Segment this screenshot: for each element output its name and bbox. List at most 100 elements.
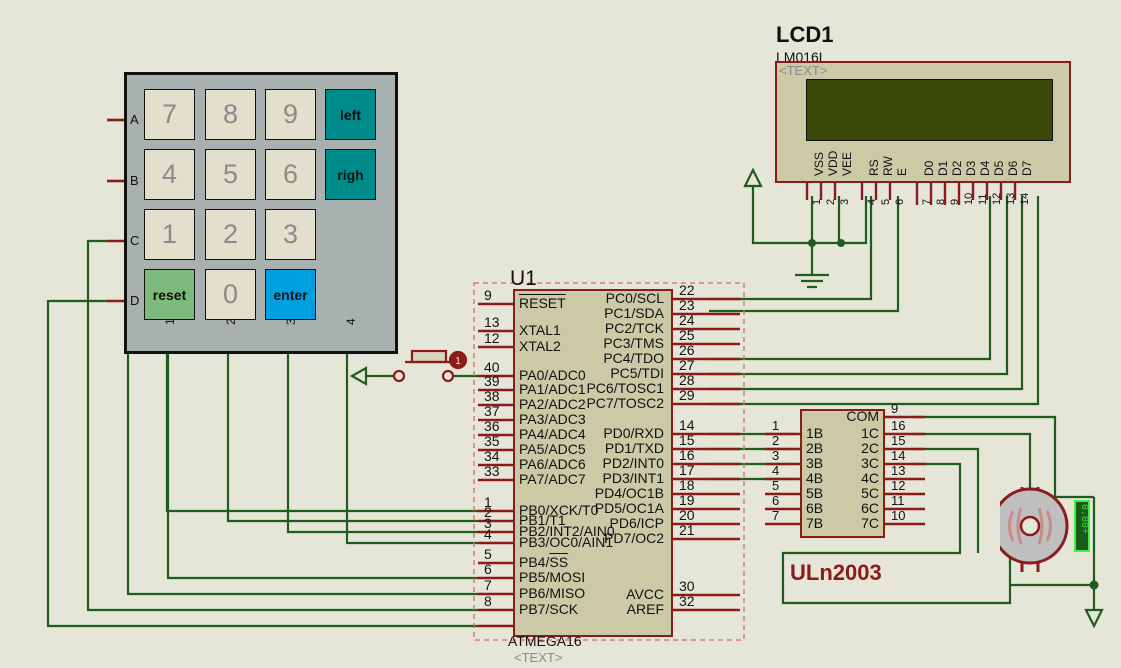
mcu-pin-label-PC0-SCL: PC0/SCL — [605, 290, 664, 306]
mcu-pin-label-AREF: AREF — [626, 601, 664, 617]
uln-pin-label-6C: 6C — [861, 500, 879, 516]
lcd-pin-name-VEE: VEE — [840, 151, 854, 176]
keypad-key-9[interactable]: 9 — [265, 89, 316, 140]
lcd-pin-number-3: 3 — [839, 198, 851, 205]
mcu-pin-number-28: 28 — [679, 372, 695, 388]
schematic-canvas: 1 7 8 9 left 4 5 6 righ 1 2 3 reset 0 enter ABCD 1234… — [0, 0, 1121, 668]
uln-pin-label-7C: 7C — [861, 515, 879, 531]
lcd-pin-name-D7: D7 — [1020, 160, 1034, 176]
keypad-key-8[interactable]: 8 — [205, 89, 256, 140]
lcd-pin-name-E: E — [895, 167, 909, 176]
keypad-key-1[interactable]: 1 — [144, 209, 195, 260]
lcd-sub-text: <TEXT> — [779, 63, 828, 78]
lcd-pin-name-RS: RS — [867, 159, 881, 176]
keypad-row-label-A: A — [130, 112, 139, 127]
keypad-key-6[interactable]: 6 — [265, 149, 316, 200]
lcd-screen — [806, 79, 1053, 141]
lcd-pin-number-10: 10 — [963, 192, 975, 205]
mcu-pin-number-22: 22 — [679, 282, 695, 298]
lcd-pin-number-13: 13 — [1005, 192, 1017, 205]
uln-pin-label-3C: 3C — [861, 455, 879, 471]
lcd-pin-name-D2: D2 — [950, 160, 964, 176]
lcd-pin-name-D4: D4 — [978, 160, 992, 176]
motor-readout-display: 0.00+ — [1074, 500, 1090, 552]
junction-dot — [808, 239, 816, 247]
uln-pin-number-13: 13 — [891, 463, 906, 478]
keypad-key-righ[interactable]: righ — [325, 149, 376, 200]
uln-pin-number-14: 14 — [891, 448, 906, 463]
power-arrow-lcd — [743, 167, 763, 196]
uln-pin-label-1C: 1C — [861, 425, 879, 441]
lcd-pin-name-RW: RW — [881, 156, 895, 176]
mcu-pin-number-27: 27 — [679, 357, 695, 373]
mcu-pin-number-5: 5 — [484, 546, 492, 562]
uln-pin-number-15: 15 — [891, 433, 906, 448]
lcd-pin-number-7: 7 — [921, 198, 933, 205]
junction-dot — [837, 239, 845, 247]
mcu-pin-number-26: 26 — [679, 342, 695, 358]
lcd-pin-name-VSS: VSS — [812, 151, 826, 176]
keypad-key-5[interactable]: 5 — [205, 149, 256, 200]
lcd-pin-name-D6: D6 — [1006, 160, 1020, 176]
uln-pin-number-12: 12 — [891, 478, 906, 493]
motor-readout-value: 0.00 — [1078, 504, 1089, 529]
lcd-pin-number-12: 12 — [991, 192, 1003, 205]
mcu-pin-label-PC3-TMS: PC3/TMS — [603, 335, 664, 351]
lcd-ref-label: LCD1 LM016L — [776, 22, 833, 65]
mcu-ref-label: U1 — [510, 267, 537, 290]
keypad-key-left[interactable]: left — [325, 89, 376, 140]
lcd-pin-name-D3: D3 — [964, 160, 978, 176]
uln-pin-label-2C: 2C — [861, 440, 879, 456]
uln-ref-label: ULn2003 — [790, 560, 882, 585]
uln-pin-number-9: 9 — [891, 401, 899, 416]
mcu-pin-label-PC5-TDI: PC5/TDI — [610, 365, 664, 381]
stepper-motor[interactable] — [1000, 478, 1110, 588]
mcu-sub-text: <TEXT> — [514, 650, 563, 665]
mcu-pin-label-PB5-MOSI: PB5/MOSI — [519, 569, 586, 585]
uln-pin-number-16: 16 — [891, 418, 906, 433]
lcd-pin-number-11: 11 — [977, 193, 989, 205]
mcu-pin-number-23: 23 — [679, 297, 695, 313]
mcu-pin-label-PB4-SS: PB4/SS — [519, 554, 569, 570]
lcd-pin-name-D5: D5 — [992, 160, 1006, 176]
lcd-pin-name-D1: D1 — [936, 160, 950, 176]
lcd-pin-name-VDD: VDD — [826, 150, 840, 176]
mcu-pin-label-PC4-TDO: PC4/TDO — [603, 350, 664, 366]
mcu-pin-number-29: 29 — [679, 387, 695, 403]
lcd-pin-name-D0: D0 — [922, 160, 936, 176]
keypad-key-2[interactable]: 2 — [205, 209, 256, 260]
keypad-key-4[interactable]: 4 — [144, 149, 195, 200]
mcu-pin-number-30: 30 — [679, 578, 695, 594]
ground-arrow-motor — [1084, 608, 1104, 629]
lcd-pin-number-8: 8 — [935, 198, 947, 205]
mcu-pin-number-24: 24 — [679, 312, 695, 328]
lcd-pin-number-1: 1 — [811, 198, 823, 205]
mcu-pin-number-32: 32 — [679, 593, 695, 609]
mcu-pin-label-PC2-TCK: PC2/TCK — [604, 320, 664, 336]
uln-pin-label-4C: 4C — [861, 470, 879, 486]
lcd-pin-number-4: 4 — [866, 198, 878, 205]
lcd-pin-number-5: 5 — [880, 198, 892, 205]
mcu-pin-label-PC1-SDA: PC1/SDA — [604, 305, 664, 321]
mcu-pin-label-AVCC: AVCC — [626, 586, 664, 602]
mcu-pin-number-6: 6 — [484, 561, 492, 577]
uln-pin-label-COM: COM — [846, 408, 879, 424]
mcu-part-label: ATMEGA16 — [508, 633, 582, 649]
uln-pin-number-11: 11 — [891, 493, 905, 508]
keypad-key-3[interactable]: 3 — [265, 209, 316, 260]
motor-readout-sign: + — [1078, 528, 1089, 535]
keypad-row-label-B: B — [130, 173, 139, 188]
lcd-pin-number-14: 14 — [1019, 192, 1031, 205]
uln-pin-label-5C: 5C — [861, 485, 879, 501]
keypad-key-7[interactable]: 7 — [144, 89, 195, 140]
lcd-pin-number-9: 9 — [949, 198, 961, 205]
mcu-pin-label-PD7-OC2: PD7/OC2 — [604, 530, 664, 546]
ground-symbol-lcd — [795, 273, 829, 289]
lcd-pin-number-6: 6 — [894, 198, 906, 205]
mcu-pin-number-25: 25 — [679, 327, 695, 343]
uln-pin-number-10: 10 — [891, 508, 906, 523]
lcd-ref: LCD1 — [776, 22, 834, 47]
mcu-pin-label-PC6-TOSC1: PC6/TOSC1 — [586, 380, 664, 396]
keypad-row-label-C: C — [130, 233, 140, 248]
lcd-pin-number-2: 2 — [825, 198, 837, 205]
